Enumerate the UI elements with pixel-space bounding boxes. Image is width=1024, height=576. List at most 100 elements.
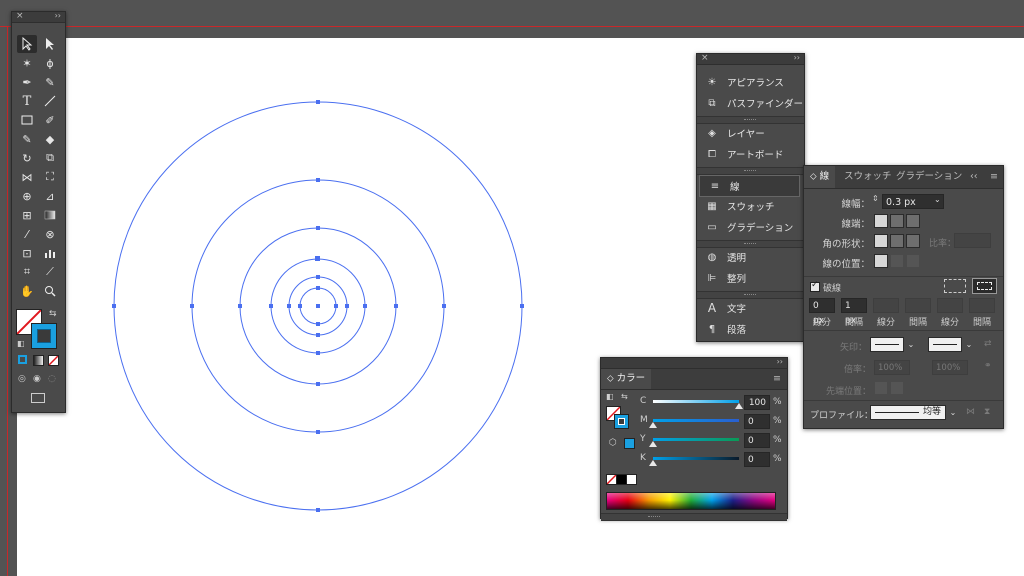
draw-normal-icon[interactable]: ◎: [18, 374, 26, 384]
dock-item-appearance[interactable]: ☀ アピアランス: [697, 72, 804, 92]
k-value-input[interactable]: 0: [744, 452, 770, 467]
color-spectrum-bar[interactable]: [606, 492, 776, 510]
dash-1-input[interactable]: 0 px: [809, 298, 835, 326]
scale-tool-icon[interactable]: ⧉: [40, 149, 60, 167]
tools-panel[interactable]: × ›› ✶ ϕ ✒ ✎ T ✐ ✎ ◆ ↻ ⧉ ⋈ ⛶ ⊕ ⊿ ⊞ ⁄ ⊗ ⊡…: [11, 11, 66, 413]
round-join-button[interactable]: [890, 234, 904, 248]
out-of-gamut-icon[interactable]: ⬡: [609, 438, 617, 448]
m-value-input[interactable]: 0: [744, 414, 770, 429]
shape-builder-icon[interactable]: ⊕: [17, 187, 37, 205]
c-value-input[interactable]: 100: [744, 395, 770, 410]
gradient-tool-icon[interactable]: [40, 206, 60, 224]
dock-header[interactable]: × ››: [697, 53, 804, 65]
panel-menu-icon[interactable]: ≡: [773, 369, 781, 389]
arrow-end-select[interactable]: [928, 337, 962, 352]
chevron-down-icon[interactable]: ⌄: [947, 405, 959, 420]
curvature-tool-icon[interactable]: ✎: [40, 73, 60, 91]
collapse-icon[interactable]: ››: [55, 11, 61, 20]
arrow-tip-beyond-button[interactable]: [874, 381, 888, 395]
butt-cap-button[interactable]: [874, 214, 888, 228]
arrow-end-scale-input[interactable]: 100%: [932, 360, 968, 375]
color-panel[interactable]: ›› ⬦ カラー ≡ ◧ ⇆ ⬡ C M Y K 100 0 0 0 % % %…: [600, 357, 788, 521]
slice-tool-icon[interactable]: ⟋: [40, 263, 60, 281]
profile-select[interactable]: 均等: [870, 405, 946, 420]
swap-fill-stroke-icon[interactable]: ⇆: [49, 309, 57, 319]
rectangle-tool-icon[interactable]: [17, 111, 37, 129]
dock-item-pathfinder[interactable]: ⧉ パスファインダー: [697, 93, 804, 113]
selection-tool-icon[interactable]: [17, 35, 37, 53]
collapse-icon[interactable]: ››: [794, 53, 800, 62]
y-slider-track[interactable]: [653, 438, 739, 441]
shaper-tool-icon[interactable]: ✎: [17, 130, 37, 148]
free-transform-icon[interactable]: ⛶: [40, 168, 60, 186]
eyedropper-icon[interactable]: ⁄: [17, 225, 37, 243]
perspective-grid-icon[interactable]: ⊿: [40, 187, 60, 205]
panel-dock[interactable]: × ›› ☀ アピアランス ⧉ パスファインダー ◈ レイヤー ⧠ アートボード ≡ 線 …: [696, 53, 805, 342]
close-icon[interactable]: ×: [701, 53, 709, 63]
c-slider-thumb[interactable]: [735, 403, 743, 409]
panel-menu-icon[interactable]: ≡: [990, 166, 998, 188]
stroke-panel-tabs[interactable]: ⬦ 線 スウォッチ グラデーション ‹‹ ≡: [804, 166, 1003, 189]
dock-item-artboards[interactable]: ⧠ アートボード: [697, 144, 804, 164]
m-slider-thumb[interactable]: [649, 422, 657, 428]
dash-3-input[interactable]: [937, 298, 963, 313]
arrow-tip-at-end-button[interactable]: [890, 381, 904, 395]
tools-panel-header[interactable]: × ››: [12, 11, 65, 23]
magic-wand-icon[interactable]: ✶: [17, 54, 37, 72]
nearest-web-color-swatch[interactable]: [624, 438, 635, 449]
lasso-icon[interactable]: ϕ: [40, 54, 60, 72]
draw-behind-icon[interactable]: ◉: [33, 374, 41, 384]
type-tool-icon[interactable]: T: [17, 92, 37, 110]
collapse-icon[interactable]: ››: [777, 357, 783, 366]
arrow-start-select[interactable]: [870, 337, 904, 352]
default-colors-icon[interactable]: ◧: [17, 339, 25, 348]
color-mode-icon[interactable]: [18, 355, 27, 364]
align-dash-corners-button[interactable]: [972, 278, 997, 294]
eraser-icon[interactable]: ◆: [40, 130, 60, 148]
rotate-tool-icon[interactable]: ↻: [17, 149, 37, 167]
dock-group-grip[interactable]: [697, 167, 804, 175]
none-mode-icon[interactable]: [48, 355, 59, 366]
mesh-tool-icon[interactable]: ⊞: [17, 206, 37, 224]
miter-join-button[interactable]: [874, 234, 888, 248]
dash-2-input[interactable]: [873, 298, 899, 313]
m-slider-track[interactable]: [653, 419, 739, 422]
symbol-sprayer-icon[interactable]: ⊡: [17, 244, 37, 262]
link-scale-icon[interactable]: ⚭: [984, 361, 992, 371]
tab-swatches[interactable]: スウォッチ: [844, 166, 892, 188]
dock-item-gradient[interactable]: ▭ グラデーション: [697, 217, 804, 237]
swap-fill-stroke-icon[interactable]: ⇆: [621, 392, 628, 401]
graph-tool-icon[interactable]: [40, 244, 60, 262]
gap-1-input[interactable]: 1 px: [841, 298, 867, 326]
projecting-cap-button[interactable]: [906, 214, 920, 228]
stroke-panel[interactable]: ⬦ 線 スウォッチ グラデーション ‹‹ ≡ 線幅： ⇕ 0.3 px ⌄ 線端…: [803, 165, 1004, 429]
close-icon[interactable]: ×: [16, 11, 24, 21]
color-panel-tabs[interactable]: ⬦ カラー ≡: [601, 369, 787, 390]
arrow-start-scale-input[interactable]: 100%: [874, 360, 910, 375]
dock-item-align[interactable]: ⊫ 整列: [697, 268, 804, 288]
dashed-line-checkbox[interactable]: ✓: [810, 280, 820, 292]
default-colors-icon[interactable]: ◧: [606, 392, 614, 401]
tab-color[interactable]: ⬦ カラー: [601, 369, 652, 389]
zoom-tool-icon[interactable]: [40, 282, 60, 300]
gradient-mode-icon[interactable]: [33, 355, 44, 366]
stroke-color-swatch[interactable]: [614, 414, 629, 429]
color-panel-header[interactable]: ››: [601, 357, 787, 369]
hand-tool-icon[interactable]: ✋: [17, 282, 37, 300]
artboard-tool-icon[interactable]: ⌗: [17, 263, 37, 281]
flip-across-icon[interactable]: ⧗: [984, 407, 990, 417]
stepper-arrows-icon[interactable]: ⇕: [872, 194, 879, 203]
swap-arrows-icon[interactable]: ⇄: [984, 339, 992, 349]
pen-tool-icon[interactable]: ✒: [17, 73, 37, 91]
bevel-join-button[interactable]: [906, 234, 920, 248]
gap-3-input[interactable]: [969, 298, 995, 313]
round-cap-button[interactable]: [890, 214, 904, 228]
align-inside-button[interactable]: [890, 254, 904, 268]
flip-along-icon[interactable]: ⋈: [966, 407, 975, 417]
dock-item-layers[interactable]: ◈ レイヤー: [697, 123, 804, 143]
draw-inside-icon[interactable]: ◌: [48, 374, 56, 384]
chevron-down-icon[interactable]: ⌄: [905, 337, 917, 352]
chevron-down-icon[interactable]: ⌄: [934, 195, 941, 204]
preserve-dash-button[interactable]: [944, 279, 966, 293]
dock-item-stroke[interactable]: ≡ 線: [699, 175, 800, 197]
